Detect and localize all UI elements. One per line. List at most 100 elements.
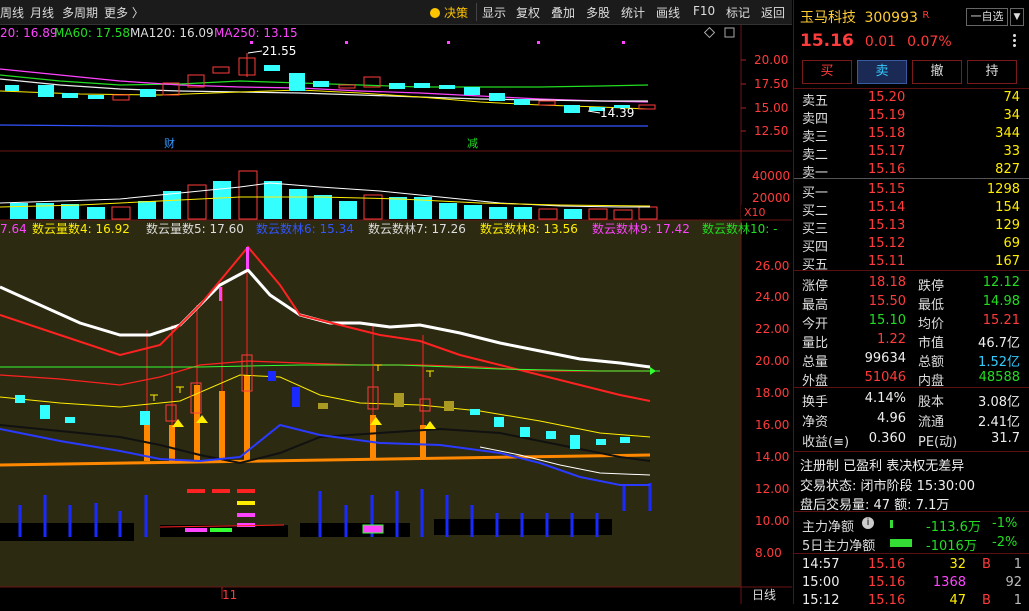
add-watchlist-button[interactable]: 一自选 — [966, 8, 1008, 26]
bid-level[interactable]: 买四 15.12 69 — [794, 234, 1029, 255]
divider — [794, 387, 1029, 388]
candle — [414, 83, 430, 88]
last-price: 15.16 — [800, 31, 854, 51]
bid-level[interactable]: 买三 15.13 129 — [794, 216, 1029, 237]
decision-button[interactable]: 决策 — [430, 4, 468, 21]
candle — [38, 85, 54, 97]
volume-axis: 40000 20000 — [752, 169, 790, 205]
stat-value: 15.50 — [868, 294, 906, 309]
stat-label: 净资 — [802, 415, 829, 430]
divider — [794, 270, 1029, 271]
tick-time: 14:57 — [802, 557, 840, 572]
tick-count: 1 — [1013, 593, 1022, 608]
stat-value: 18.18 — [868, 275, 906, 290]
overlay-button[interactable]: 叠加 — [551, 4, 575, 21]
quote-panel: 玉马科技 300993 R 一自选 ▼ 15.16 0.01 0.07% 买 卖… — [793, 0, 1029, 608]
price-axis-label: 12.50 — [754, 124, 788, 138]
more-options-icon[interactable] — [1009, 34, 1020, 47]
indicator-axis-label: 22.00 — [755, 322, 789, 336]
indicator-axis-label: 16.00 — [755, 418, 789, 432]
lightbulb-icon — [430, 8, 440, 18]
bid-level-volume: 154 — [995, 200, 1020, 215]
volume-axis-label: 20000 — [752, 191, 790, 205]
statistics-button[interactable]: 统计 — [621, 4, 645, 21]
candle — [489, 93, 505, 101]
flow-bar — [890, 539, 912, 547]
period-weekly-tab[interactable]: 周线 — [0, 4, 24, 21]
info-icon[interactable]: i — [862, 517, 874, 529]
watchlist-dropdown[interactable]: ▼ — [1010, 8, 1024, 26]
price-axis-label: 20.00 — [754, 53, 788, 67]
tick-row: 15:12 15.16 47 B 1 — [794, 591, 1029, 611]
stat-value: 99634 — [864, 351, 906, 366]
stat-value: 15.21 — [982, 313, 1020, 328]
multi-period-tab[interactable]: 多周期 — [62, 4, 98, 21]
toolbar-divider — [476, 3, 477, 21]
event-label-cai[interactable]: 财 — [164, 136, 175, 150]
tick-time: 15:00 — [802, 575, 840, 590]
stat-row: 量比 1.22 市值 46.7亿 — [794, 330, 1029, 351]
display-button[interactable]: 显示 — [482, 4, 506, 21]
bid-level[interactable]: 买二 15.14 154 — [794, 198, 1029, 219]
tick-volume: 1368 — [932, 575, 966, 590]
cloud-legend-item: 数云数林7: 17.26 — [368, 221, 466, 236]
mark-button[interactable]: 标记 — [726, 4, 750, 21]
ask-level[interactable]: 卖四 15.19 34 — [794, 106, 1029, 127]
indicator-axis-label: 26.00 — [755, 259, 789, 273]
back-button[interactable]: 返回 — [761, 4, 785, 21]
kline-chart-area[interactable]: 20: 16.89 MA60: 17.58 MA120: 16.09 MA250… — [0, 25, 792, 604]
ma120-legend: MA120: 16.09 — [130, 26, 214, 40]
main-net-flow-pct: -1% — [992, 516, 1018, 531]
candle — [140, 89, 156, 97]
indicator-axis-label: 10.00 — [755, 514, 789, 528]
ask-level-price: 15.17 — [868, 144, 906, 159]
multi-stock-button[interactable]: 多股 — [586, 4, 610, 21]
ma250-line — [0, 124, 648, 127]
ask-level[interactable]: 卖三 15.18 344 — [794, 124, 1029, 145]
stat-label: 换手 — [802, 395, 829, 410]
low-arrow — [587, 110, 601, 114]
bid-level-price: 15.13 — [868, 218, 906, 233]
buy-button[interactable]: 买 — [802, 60, 852, 84]
price-change-pct: 0.07% — [907, 34, 952, 50]
bid-level[interactable]: 买五 15.11 167 — [794, 252, 1029, 273]
ask-level[interactable]: 卖二 15.17 33 — [794, 142, 1029, 163]
five-day-flow-row[interactable]: 5日主力净额 -1016万 -2% — [794, 533, 1029, 554]
tick-time: 15:12 — [802, 593, 840, 608]
bid-level-volume: 167 — [995, 254, 1020, 269]
candle — [564, 105, 580, 113]
candle — [5, 85, 19, 91]
stat-row: 最高 15.50 最低 14.98 — [794, 292, 1029, 313]
ask-level[interactable]: 卖一 15.16 827 — [794, 160, 1029, 181]
drawing-button[interactable]: 画线 — [656, 4, 680, 21]
ask-level-volume: 827 — [995, 162, 1020, 177]
positions-button[interactable]: 持 — [967, 60, 1017, 84]
bid-level[interactable]: 买一 15.15 1298 — [794, 180, 1029, 201]
bid-level-price: 15.11 — [868, 254, 906, 269]
ask-level[interactable]: 卖五 15.20 74 — [794, 88, 1029, 109]
volume-bars — [10, 170, 658, 220]
event-label-jian[interactable]: 减 — [467, 137, 478, 150]
sell-button[interactable]: 卖 — [857, 60, 907, 84]
indicator-axis-label: 18.00 — [755, 386, 789, 400]
more-periods-menu[interactable]: 更多 〉 — [104, 4, 144, 21]
price-candles — [5, 53, 656, 113]
f10-button[interactable]: F10 — [693, 4, 715, 18]
cancel-order-button[interactable]: 撤 — [912, 60, 962, 84]
stat-row: 今开 15.10 均价 15.21 — [794, 311, 1029, 332]
period-label[interactable]: 日线 — [752, 588, 776, 602]
adjust-button[interactable]: 复权 — [516, 4, 540, 21]
main-net-flow-row[interactable]: 主力净额 i -113.6万 -1% — [794, 514, 1029, 535]
bid-level-volume: 129 — [995, 218, 1020, 233]
diamond-icon[interactable] — [703, 26, 716, 39]
tick-count: 1 — [1013, 557, 1022, 572]
maximize-icon[interactable] — [724, 27, 735, 38]
indicator-axis-label: 8.00 — [755, 546, 782, 560]
cloud-legend-item: 7.64 — [0, 222, 27, 236]
period-monthly-tab[interactable]: 月线 — [30, 4, 54, 21]
stat-value: 48588 — [978, 370, 1020, 385]
tick-price: 15.16 — [868, 593, 906, 608]
candle — [439, 85, 455, 89]
stat-row: 换手 4.14% 股本 3.08亿 — [794, 389, 1029, 410]
chart-corner-icons[interactable] — [703, 26, 735, 39]
